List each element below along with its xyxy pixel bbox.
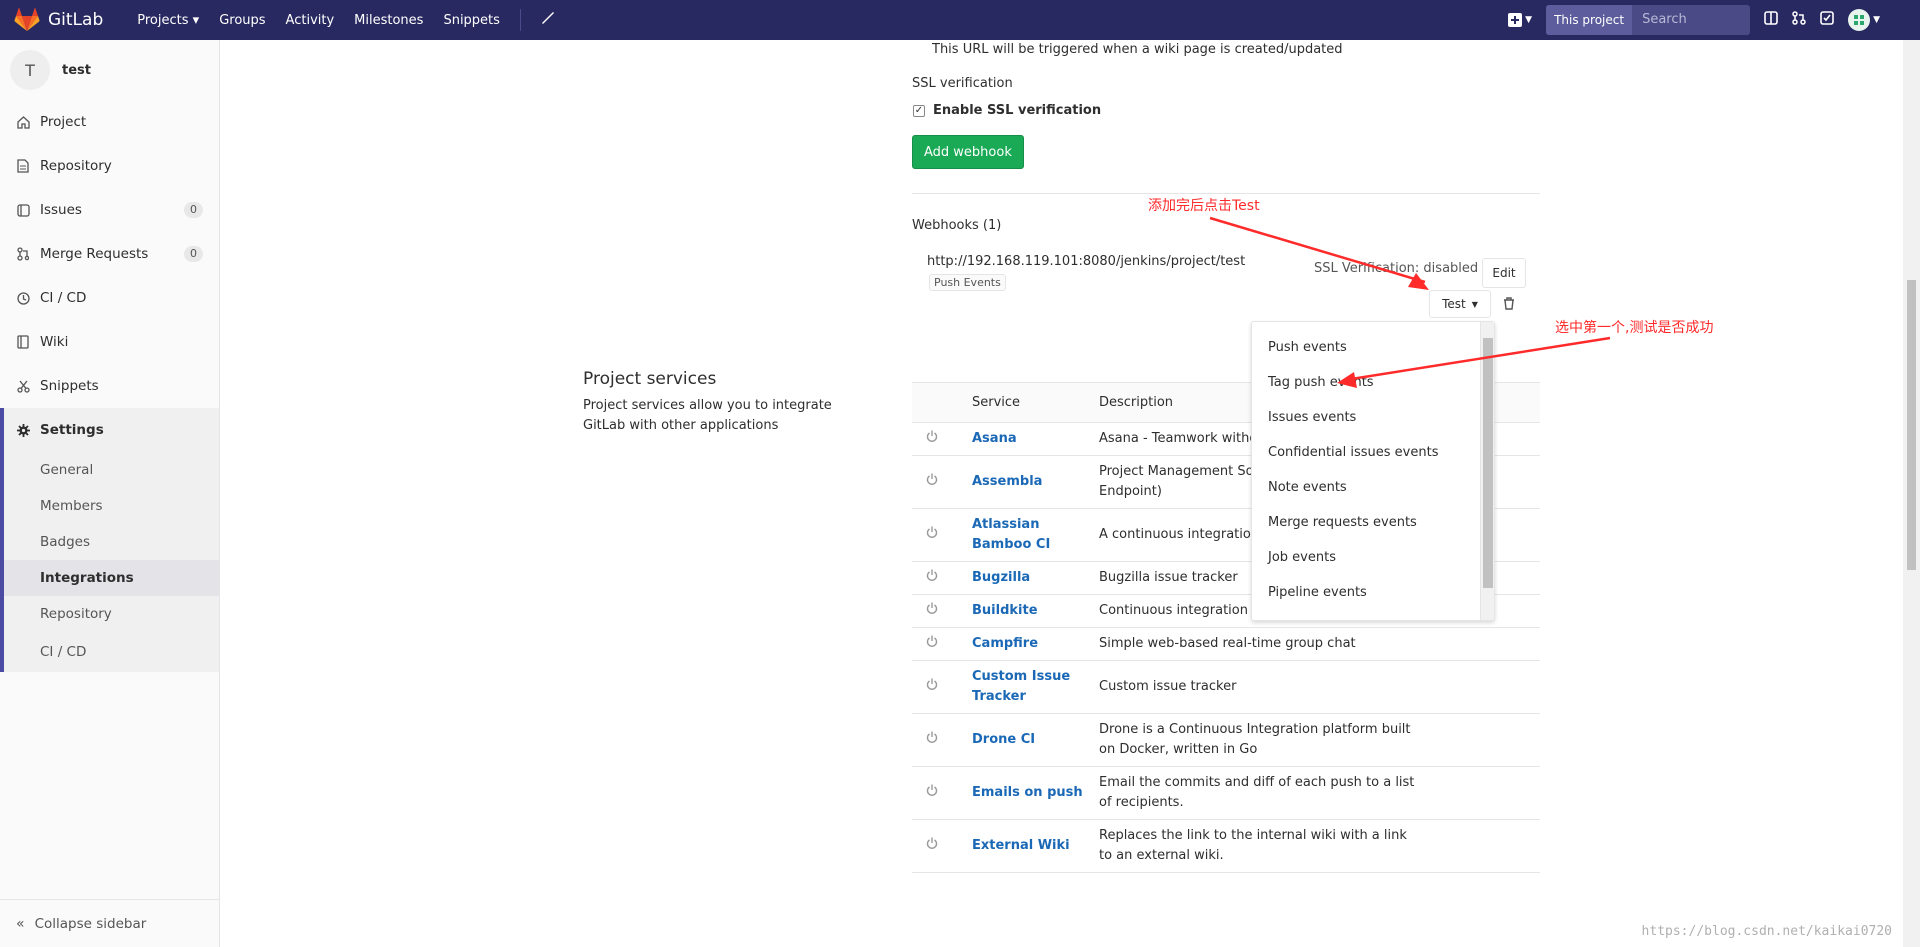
watermark: https://blog.csdn.net/kaikai0720 <box>1641 924 1892 939</box>
sidebar-item-settings[interactable]: Settings <box>4 408 219 452</box>
double-chevron-left-icon: « <box>16 915 25 932</box>
gear-icon <box>16 423 30 437</box>
settings-section: Settings General Members Badges Integrat… <box>0 408 219 672</box>
page-scrollbar[interactable] <box>1903 40 1920 947</box>
chevron-down-icon: ▼ <box>1525 15 1533 25</box>
search-box[interactable]: This project Search <box>1546 5 1751 35</box>
admin-wrench-icon[interactable] <box>531 11 565 29</box>
nav-activity[interactable]: Activity <box>276 13 345 28</box>
sidebar-item-label: CI / CD <box>40 290 87 306</box>
user-avatar-icon <box>1848 9 1871 31</box>
sidebar-item-repository[interactable]: Repository <box>0 144 219 188</box>
settings-sub-ci-cd[interactable]: CI / CD <box>4 632 219 672</box>
sidebar-item-issues[interactable]: Issues 0 <box>0 188 219 232</box>
gitlab-tanuki-icon <box>14 8 40 31</box>
nav-snippets[interactable]: Snippets <box>433 13 509 28</box>
file-icon <box>16 159 30 173</box>
nav-milestones[interactable]: Milestones <box>344 13 433 28</box>
search-scope-badge: This project <box>1546 5 1633 35</box>
sidebar-toggle-icon[interactable] <box>1764 11 1778 29</box>
chevron-down-icon: ▼ <box>1873 15 1880 25</box>
sidebar-item-project[interactable]: Project <box>0 100 219 144</box>
sidebar-project-header[interactable]: T test <box>0 40 219 100</box>
merge-requests-icon[interactable] <box>1792 11 1806 29</box>
project-name: test <box>62 62 91 78</box>
scissors-icon <box>16 380 30 393</box>
sidebar-item-label: Project <box>40 114 87 130</box>
collapse-sidebar-label: Collapse sidebar <box>34 915 147 932</box>
project-avatar: T <box>10 50 50 90</box>
settings-sub-members[interactable]: Members <box>4 488 219 524</box>
sidebar-item-label: Repository <box>40 158 112 174</box>
todos-icon[interactable] <box>1820 11 1834 29</box>
project-sidebar: T test Project Repository Issues 0 Merge… <box>0 40 220 947</box>
sidebar-item-merge-requests[interactable]: Merge Requests 0 <box>0 232 219 276</box>
sidebar-item-label: Wiki <box>40 334 69 350</box>
top-navbar: GitLab Projects ▾ Groups Activity Milest… <box>0 0 1920 40</box>
merge-requests-count-badge: 0 <box>184 246 203 262</box>
sidebar-item-label: Merge Requests <box>40 246 149 262</box>
gitlab-logo[interactable]: GitLab <box>14 8 103 32</box>
nav-divider <box>519 9 521 31</box>
rocket-icon <box>16 291 30 305</box>
main-content: This URL will be triggered when a wiki p… <box>220 40 1900 947</box>
arrow-to-test-head <box>1408 273 1429 290</box>
merge-request-icon <box>16 247 30 261</box>
plus-square-icon <box>1508 13 1523 27</box>
sidebar-item-ci-cd[interactable]: CI / CD <box>0 276 219 320</box>
search-input[interactable]: Search <box>1632 5 1750 35</box>
sidebar-item-label: Settings <box>40 422 104 438</box>
issues-icon <box>16 203 30 217</box>
sidebar-item-label: Snippets <box>40 378 99 394</box>
settings-sub-general[interactable]: General <box>4 452 219 488</box>
settings-sub-badges[interactable]: Badges <box>4 524 219 560</box>
arrow-to-tag <box>1344 336 1611 382</box>
collapse-sidebar-button[interactable]: « Collapse sidebar <box>0 899 219 947</box>
arrow-to-tag-head <box>1337 372 1357 388</box>
settings-sub-repository[interactable]: Repository <box>4 596 219 632</box>
settings-sub-integrations[interactable]: Integrations <box>4 560 219 596</box>
nav-projects[interactable]: Projects ▾ <box>127 13 209 28</box>
issues-count-badge: 0 <box>184 202 203 218</box>
page-scroll-thumb[interactable] <box>1907 280 1916 570</box>
arrow-to-test <box>1209 216 1426 284</box>
home-icon <box>16 115 30 129</box>
brand-name: GitLab <box>48 10 104 30</box>
user-menu[interactable]: ▼ <box>1848 9 1880 31</box>
new-dropdown-button[interactable]: ▼ <box>1508 13 1532 27</box>
book-icon <box>16 335 30 349</box>
nav-groups[interactable]: Groups <box>209 13 275 28</box>
annotation-arrows <box>1209 216 1611 388</box>
sidebar-item-label: Issues <box>40 202 82 218</box>
sidebar-item-snippets[interactable]: Snippets <box>0 364 219 408</box>
sidebar-item-wiki[interactable]: Wiki <box>0 320 219 364</box>
